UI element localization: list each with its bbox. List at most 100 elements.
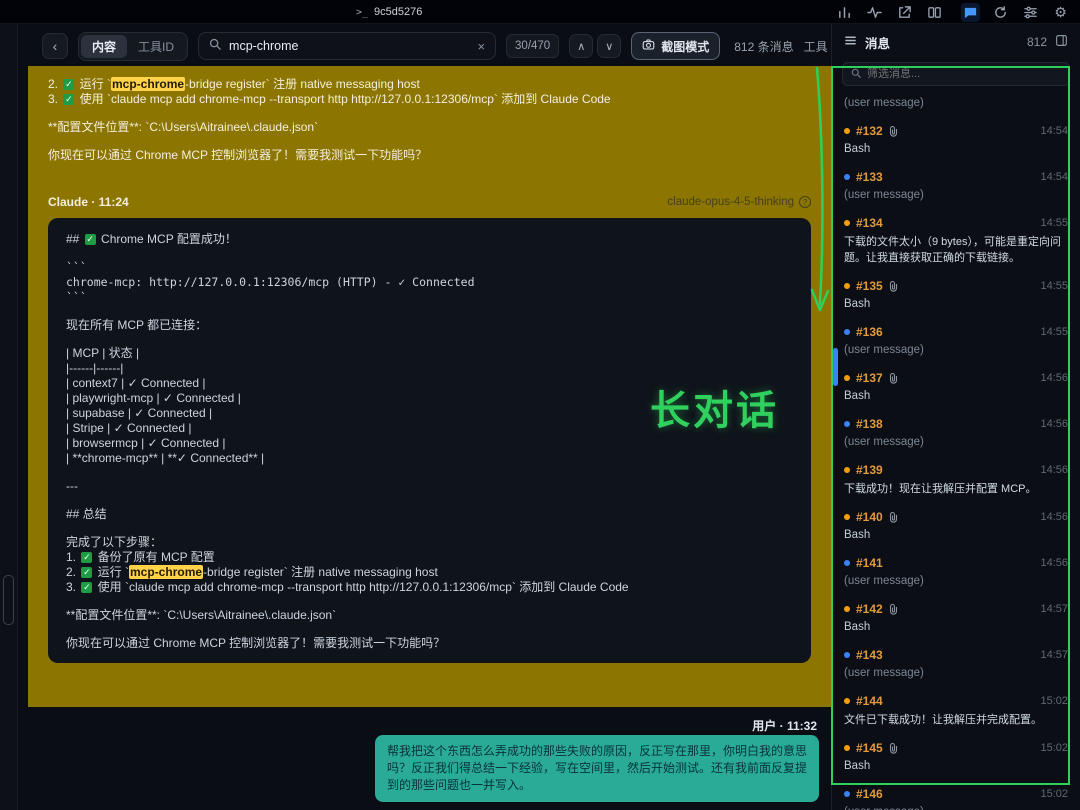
tab-content[interactable]: 内容: [81, 35, 127, 58]
screenshot-mode-button[interactable]: 截图模式: [631, 32, 720, 60]
message-id: #134: [856, 216, 883, 230]
collapse-panel-icon[interactable]: [1055, 34, 1068, 50]
activity-icon[interactable]: [865, 3, 884, 22]
message-id: #138: [856, 417, 883, 431]
card-closing: 你现在可以通过 Chrome MCP 控制浏览器了！需要我测试一下功能吗？: [66, 636, 793, 651]
paperclip-icon: [889, 281, 898, 292]
assistant-message-card: ## ✓ Chrome MCP 配置成功！ ``` chrome-mcp: ht…: [48, 218, 811, 663]
status-dot: [844, 220, 850, 226]
filter-box: [842, 62, 1070, 86]
message-list-item[interactable]: (user message): [844, 96, 1068, 111]
message-time: 15:02: [1040, 695, 1068, 707]
message-list-item[interactable]: #14415:02 文件已下载成功！让我解压并完成配置。: [844, 694, 1068, 728]
camera-icon: [642, 38, 655, 54]
chat-panel-icon[interactable]: [961, 3, 980, 22]
message-list-item[interactable]: #13814:56 (user message): [844, 417, 1068, 450]
message-list-item[interactable]: #13214:54 Bash: [844, 124, 1068, 157]
check-icon: ✓: [81, 567, 92, 578]
status-dot: [844, 698, 850, 704]
table-row: | Stripe | ✓ Connected |: [66, 421, 793, 436]
rail-scroll-handle[interactable]: [3, 575, 14, 625]
message-time: 14:56: [1040, 372, 1068, 384]
paperclip-icon: [889, 604, 898, 615]
message-list-item[interactable]: #14515:02 Bash: [844, 741, 1068, 774]
search-icon: [209, 37, 221, 55]
card-step1: 1. ✓ 备份了原有 MCP 配置: [66, 550, 793, 565]
user-message-header: 用户 · 11:32: [752, 717, 817, 734]
message-list-item[interactable]: #13614:55 (user message): [844, 325, 1068, 358]
app-root: { "topbar": { "prompt": ">_", "title": "…: [0, 0, 1080, 810]
card-step3: 3. ✓ 使用 `claude mcp add chrome-mcp --tra…: [66, 580, 793, 595]
prev-match-button[interactable]: ∧: [569, 34, 593, 58]
fragment-step3: 3. ✓ 使用 `claude mcp add chrome-mcp --tra…: [48, 92, 811, 107]
bar-chart-icon[interactable]: [835, 3, 854, 22]
message-time: 14:56: [1040, 464, 1068, 476]
message-id: #132: [856, 124, 883, 138]
message-id: #142: [856, 602, 883, 616]
card-step2: 2. ✓ 运行 `mcp-chrome-bridge register` 注册 …: [66, 565, 793, 580]
message-list-item[interactable]: #14014:56 Bash: [844, 510, 1068, 543]
fragment-step2: 2. ✓ 运行 `mcp-chrome-bridge register` 注册 …: [48, 77, 811, 92]
message-list-item[interactable]: #14214:57 Bash: [844, 602, 1068, 635]
message-list-item[interactable]: #13714:56 Bash: [844, 371, 1068, 404]
status-dot: [844, 283, 850, 289]
filter-input[interactable]: [867, 68, 1061, 80]
status-dot: [844, 375, 850, 381]
message-id: #144: [856, 694, 883, 708]
message-list-item[interactable]: #13514:55 Bash: [844, 279, 1068, 312]
message-id: #143: [856, 648, 883, 662]
next-match-button[interactable]: ∨: [597, 34, 621, 58]
match-counter: 30/470: [506, 34, 559, 58]
back-button[interactable]: ‹: [42, 33, 68, 59]
message-time: 14:55: [1040, 280, 1068, 292]
sliders-icon[interactable]: [1021, 3, 1040, 22]
search-input[interactable]: [229, 39, 469, 53]
table-row: | supabase | ✓ Connected |: [66, 406, 793, 421]
status-dot: [844, 560, 850, 566]
message-time: 14:55: [1040, 326, 1068, 338]
view-mode-segmented: 内容 工具ID: [78, 32, 188, 61]
message-id: #141: [856, 556, 883, 570]
export-icon[interactable]: [895, 3, 914, 22]
sidebar-header: 消息 812: [832, 24, 1080, 60]
paperclip-icon: [889, 373, 898, 384]
columns-icon[interactable]: [925, 3, 944, 22]
divider-text: ---: [66, 479, 793, 494]
card-text: 完成了以下步骤：: [66, 535, 793, 550]
code-line: chrome-mcp: http://127.0.0.1:12306/mcp (…: [66, 275, 793, 290]
status-dot: [844, 652, 850, 658]
check-icon: ✓: [81, 582, 92, 593]
card-config-path: **配置文件位置**: `C:\Users\Aitrainee\.claude.…: [66, 608, 793, 623]
status-dot: [844, 606, 850, 612]
paperclip-icon: [889, 743, 898, 754]
check-icon: ✓: [63, 79, 74, 90]
message-id: #135: [856, 279, 883, 293]
fragment-closing: 你现在可以通过 Chrome MCP 控制浏览器了！需要我测试一下功能吗？: [48, 148, 811, 163]
refresh-icon[interactable]: [991, 3, 1010, 22]
status-dot: [844, 745, 850, 751]
gear-icon[interactable]: ⚙: [1051, 3, 1070, 22]
assistant-message-header: Claude · 11:24 claude-opus-4-5-thinking …: [28, 195, 831, 209]
tab-tool-id[interactable]: 工具ID: [127, 35, 185, 58]
check-icon: ✓: [81, 552, 92, 563]
scrollbar-thumb[interactable]: [833, 348, 838, 386]
message-list-item[interactable]: #13414:55 下载的文件太小（9 bytes），可能是重定向问题。让我直接…: [844, 216, 1068, 266]
model-info-icon[interactable]: ?: [799, 196, 811, 208]
message-time: 14:56: [1040, 557, 1068, 569]
message-list-item[interactable]: #14314:57 (user message): [844, 648, 1068, 681]
status-dot: [844, 128, 850, 134]
message-list-item[interactable]: #14615:02 (user message): [844, 787, 1068, 810]
tools-filter-label[interactable]: 工具: [804, 38, 828, 55]
message-time: 14:56: [1040, 418, 1068, 430]
terminal-prompt-icon: >_: [356, 7, 368, 18]
code-fence: ```: [66, 260, 793, 275]
message-time: 14:55: [1040, 217, 1068, 229]
table-row: | context7 | ✓ Connected |: [66, 376, 793, 391]
match-nav: ∧ ∨: [569, 34, 621, 58]
message-list-item[interactable]: #13914:56 下载成功！现在让我解压并配置 MCP。: [844, 463, 1068, 497]
check-icon: ✓: [85, 234, 96, 245]
table-row: |------|------|: [66, 361, 793, 376]
message-list-item[interactable]: #13314:54 (user message): [844, 170, 1068, 203]
clear-search-icon[interactable]: ×: [477, 39, 485, 54]
message-list-item[interactable]: #14114:56 (user message): [844, 556, 1068, 589]
